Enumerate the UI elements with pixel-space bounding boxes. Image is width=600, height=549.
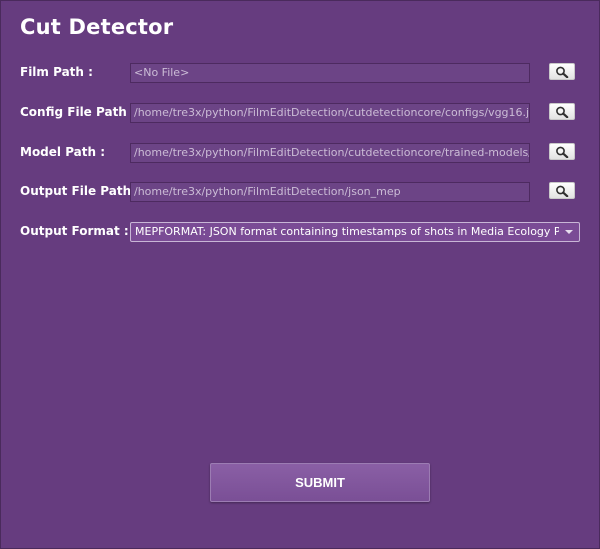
film-path-label: Film Path : xyxy=(20,65,93,79)
output-format-value: MEPFORMAT: JSON format containing timest… xyxy=(135,225,559,238)
output-path-value: /home/tre3x/python/FilmEditDetection/jso… xyxy=(134,185,401,198)
config-path-field[interactable]: /home/tre3x/python/FilmEditDetection/cut… xyxy=(130,103,530,123)
model-path-browse-button[interactable] xyxy=(549,143,575,160)
model-path-field[interactable]: /home/tre3x/python/FilmEditDetection/cut… xyxy=(130,143,530,163)
config-path-browse-button[interactable] xyxy=(549,103,575,120)
magnifier-icon xyxy=(556,106,569,118)
output-path-field[interactable]: /home/tre3x/python/FilmEditDetection/jso… xyxy=(130,182,530,202)
film-path-value: <No File> xyxy=(134,66,190,79)
page-title: Cut Detector xyxy=(20,15,174,39)
output-path-browse-button[interactable] xyxy=(549,182,575,199)
magnifier-icon xyxy=(556,66,569,78)
config-path-row: Config File Path : /home/tre3x/python/Fi… xyxy=(1,103,599,123)
magnifier-icon xyxy=(556,146,569,158)
submit-button[interactable]: SUBMIT xyxy=(210,463,430,502)
config-path-value: /home/tre3x/python/FilmEditDetection/cut… xyxy=(134,106,529,119)
output-format-row: Output Format : MEPFORMAT: JSON format c… xyxy=(1,222,599,242)
chevron-down-icon xyxy=(565,230,573,234)
config-path-label: Config File Path : xyxy=(20,105,136,119)
output-format-label: Output Format : xyxy=(20,224,129,238)
cut-detector-window: Cut Detector Film Path : <No File> Confi… xyxy=(0,0,600,549)
model-path-value: /home/tre3x/python/FilmEditDetection/cut… xyxy=(134,146,529,159)
model-path-row: Model Path : /home/tre3x/python/FilmEdit… xyxy=(1,143,599,163)
film-path-field[interactable]: <No File> xyxy=(130,63,530,83)
output-format-select[interactable]: MEPFORMAT: JSON format containing timest… xyxy=(130,222,580,242)
model-path-label: Model Path : xyxy=(20,145,106,159)
output-path-label: Output File Path xyxy=(20,184,132,198)
film-path-row: Film Path : <No File> xyxy=(1,63,599,83)
magnifier-icon xyxy=(556,185,569,197)
output-path-row: Output File Path /home/tre3x/python/Film… xyxy=(1,182,599,202)
film-path-browse-button[interactable] xyxy=(549,63,575,80)
